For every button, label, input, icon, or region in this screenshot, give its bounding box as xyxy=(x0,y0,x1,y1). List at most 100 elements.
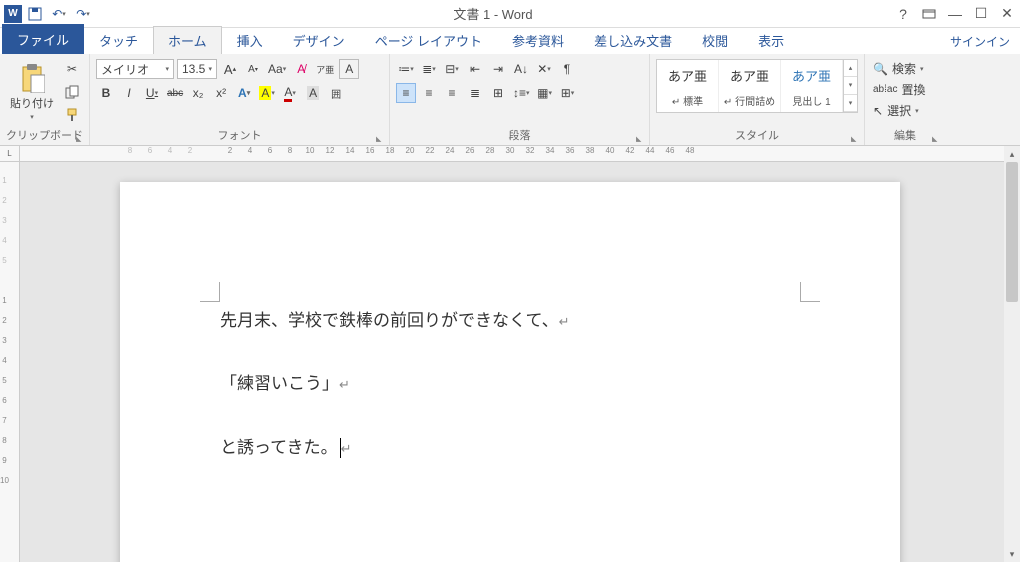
subscript-button[interactable]: x₂ xyxy=(188,83,208,103)
align-left-icon[interactable]: ≡ xyxy=(396,83,416,103)
numbering-button[interactable]: ≣▾ xyxy=(419,59,439,79)
sort-icon[interactable]: A↓ xyxy=(511,59,531,79)
text-effects-button[interactable]: A▾ xyxy=(234,83,254,103)
char-shade-button[interactable]: A xyxy=(303,83,323,103)
select-label: 選択 xyxy=(887,102,911,119)
quick-access-toolbar: ↶▾ ↷▾ xyxy=(26,5,92,23)
tab-design[interactable]: デザイン xyxy=(278,26,360,54)
page-scroll[interactable]: 先月末、学校で鉄棒の前回りができなくて、↵ 「練習いこう」↵ と誘ってきた。↵ xyxy=(20,162,1004,562)
document-body[interactable]: 先月末、学校で鉄棒の前回りができなくて、↵ 「練習いこう」↵ と誘ってきた。↵ xyxy=(220,302,800,466)
titlebar: W ↶▾ ↷▾ 文書 1 - Word ? — ☐ ✕ xyxy=(0,0,1020,28)
paragraph[interactable]: 先月末、学校で鉄棒の前回りができなくて、↵ xyxy=(220,302,800,339)
paragraph[interactable]: 「練習いこう」↵ xyxy=(220,365,800,402)
style-nospacing[interactable]: あア亜 ↵ 行間詰め xyxy=(719,60,781,112)
font-color-button[interactable]: A▾ xyxy=(280,83,300,103)
find-button[interactable]: 🔍検索▾ xyxy=(871,59,925,78)
paste-icon xyxy=(19,63,45,93)
shrink-font-icon[interactable]: A▾ xyxy=(243,59,263,79)
horizontal-ruler[interactable]: 8642246810121416182022242628303234363840… xyxy=(20,146,1004,162)
window-title: 文書 1 - Word xyxy=(92,4,894,23)
tab-touch[interactable]: タッチ xyxy=(84,26,153,54)
ribbon-tabs: ファイル タッチ ホーム 挿入 デザイン ページ レイアウト 参考資料 差し込み… xyxy=(0,28,1020,54)
scroll-down-icon[interactable]: ▾ xyxy=(1004,546,1020,562)
app-icon: W xyxy=(4,5,22,23)
find-label: 検索 xyxy=(892,60,916,77)
grow-font-icon[interactable]: A▴ xyxy=(220,59,240,79)
group-label-styles: スタイル xyxy=(656,126,858,145)
select-button[interactable]: ↖選択▾ xyxy=(871,101,921,120)
replace-label: 置換 xyxy=(901,81,925,98)
signin-link[interactable]: サインイン xyxy=(940,29,1020,54)
paragraph[interactable]: と誘ってきた。↵ xyxy=(220,429,800,466)
tab-review[interactable]: 校閲 xyxy=(687,26,743,54)
strike-button[interactable]: abc xyxy=(165,83,185,103)
scroll-track[interactable] xyxy=(1004,162,1020,546)
tab-home[interactable]: ホーム xyxy=(153,26,222,54)
tab-mailings[interactable]: 差し込み文書 xyxy=(579,26,687,54)
align-right-icon[interactable]: ≡ xyxy=(442,83,462,103)
tab-insert[interactable]: 挿入 xyxy=(222,26,278,54)
ribbon-options-icon[interactable] xyxy=(920,5,938,23)
distributed-icon[interactable]: ⊞ xyxy=(488,83,508,103)
vertical-ruler[interactable]: 1234512345678910 xyxy=(0,162,20,562)
align-justify-icon[interactable]: ≣ xyxy=(465,83,485,103)
undo-icon[interactable]: ↶▾ xyxy=(50,5,68,23)
tab-view[interactable]: 表示 xyxy=(743,26,799,54)
bullets-button[interactable]: ≔▾ xyxy=(396,59,416,79)
multilevel-button[interactable]: ⊟▾ xyxy=(442,59,462,79)
maximize-icon[interactable]: ☐ xyxy=(972,5,990,23)
vertical-scrollbar[interactable]: ▴ ▾ xyxy=(1004,146,1020,562)
tab-file[interactable]: ファイル xyxy=(2,24,84,54)
cursor-icon: ↖ xyxy=(873,104,883,118)
tab-pagelayout[interactable]: ページ レイアウト xyxy=(360,26,497,54)
char-border-button[interactable]: A xyxy=(339,59,359,79)
enclose-char-button[interactable]: 囲 xyxy=(326,83,346,103)
gallery-more-icon[interactable]: ▾ xyxy=(844,95,857,112)
copy-icon[interactable] xyxy=(62,82,82,102)
underline-button[interactable]: U▾ xyxy=(142,83,162,103)
change-case-button[interactable]: Aa▾ xyxy=(266,59,288,79)
decrease-indent-icon[interactable]: ⇤ xyxy=(465,59,485,79)
save-icon[interactable] xyxy=(26,5,44,23)
italic-button[interactable]: I xyxy=(119,83,139,103)
increase-indent-icon[interactable]: ⇥ xyxy=(488,59,508,79)
tab-references[interactable]: 参考資料 xyxy=(497,26,579,54)
align-center-icon[interactable]: ≡ xyxy=(419,83,439,103)
ruler-corner[interactable]: L xyxy=(0,146,20,162)
asian-layout-button[interactable]: ✕▾ xyxy=(534,59,554,79)
highlight-button[interactable]: A▾ xyxy=(257,83,277,103)
close-icon[interactable]: ✕ xyxy=(998,5,1016,23)
replace-button[interactable]: ab⁞ac置換 xyxy=(871,80,927,99)
bold-button[interactable]: B xyxy=(96,83,116,103)
margin-mark-tr xyxy=(800,282,820,302)
scroll-thumb[interactable] xyxy=(1006,162,1018,302)
minimize-icon[interactable]: — xyxy=(946,5,964,23)
chevron-down-icon: ▾ xyxy=(30,113,34,121)
help-icon[interactable]: ? xyxy=(894,5,912,23)
page[interactable]: 先月末、学校で鉄棒の前回りができなくて、↵ 「練習いこう」↵ と誘ってきた。↵ xyxy=(120,182,900,562)
scroll-up-icon[interactable]: ▴ xyxy=(1004,146,1020,162)
ruby-button[interactable]: ア亜 xyxy=(314,59,336,79)
font-size-combo[interactable]: 13.5▾ xyxy=(177,59,217,79)
font-name-combo[interactable]: メイリオ▾ xyxy=(96,59,174,79)
show-marks-icon[interactable]: ¶ xyxy=(557,59,577,79)
group-clipboard: 貼り付け ▾ ✂ クリップボード xyxy=(0,54,90,145)
borders-button[interactable]: ⊞▾ xyxy=(558,83,578,103)
style-heading1[interactable]: あア亜 見出し 1 xyxy=(781,60,843,112)
superscript-button[interactable]: x² xyxy=(211,83,231,103)
style-normal[interactable]: あア亜 ↵ 標準 xyxy=(657,60,719,112)
gallery-up-icon[interactable]: ▴ xyxy=(844,60,857,77)
paste-button[interactable]: 貼り付け ▾ xyxy=(6,59,58,121)
gallery-down-icon[interactable]: ▾ xyxy=(844,77,857,94)
gallery-scroll: ▴ ▾ ▾ xyxy=(843,60,857,112)
clear-format-icon[interactable]: A̸ xyxy=(291,59,311,79)
margin-mark-tl xyxy=(200,282,220,302)
formatpainter-icon[interactable] xyxy=(62,105,82,125)
group-label-font: フォント xyxy=(96,126,383,145)
redo-icon[interactable]: ↷▾ xyxy=(74,5,92,23)
shading-button[interactable]: ▦▾ xyxy=(535,83,555,103)
line-spacing-button[interactable]: ↕≡▾ xyxy=(511,83,532,103)
text-run: 先月末、学校で鉄棒の前回りができなくて、 xyxy=(220,311,559,330)
group-styles: あア亜 ↵ 標準 あア亜 ↵ 行間詰め あア亜 見出し 1 ▴ ▾ ▾ スタイル xyxy=(650,54,865,145)
cut-icon[interactable]: ✂ xyxy=(62,59,82,79)
